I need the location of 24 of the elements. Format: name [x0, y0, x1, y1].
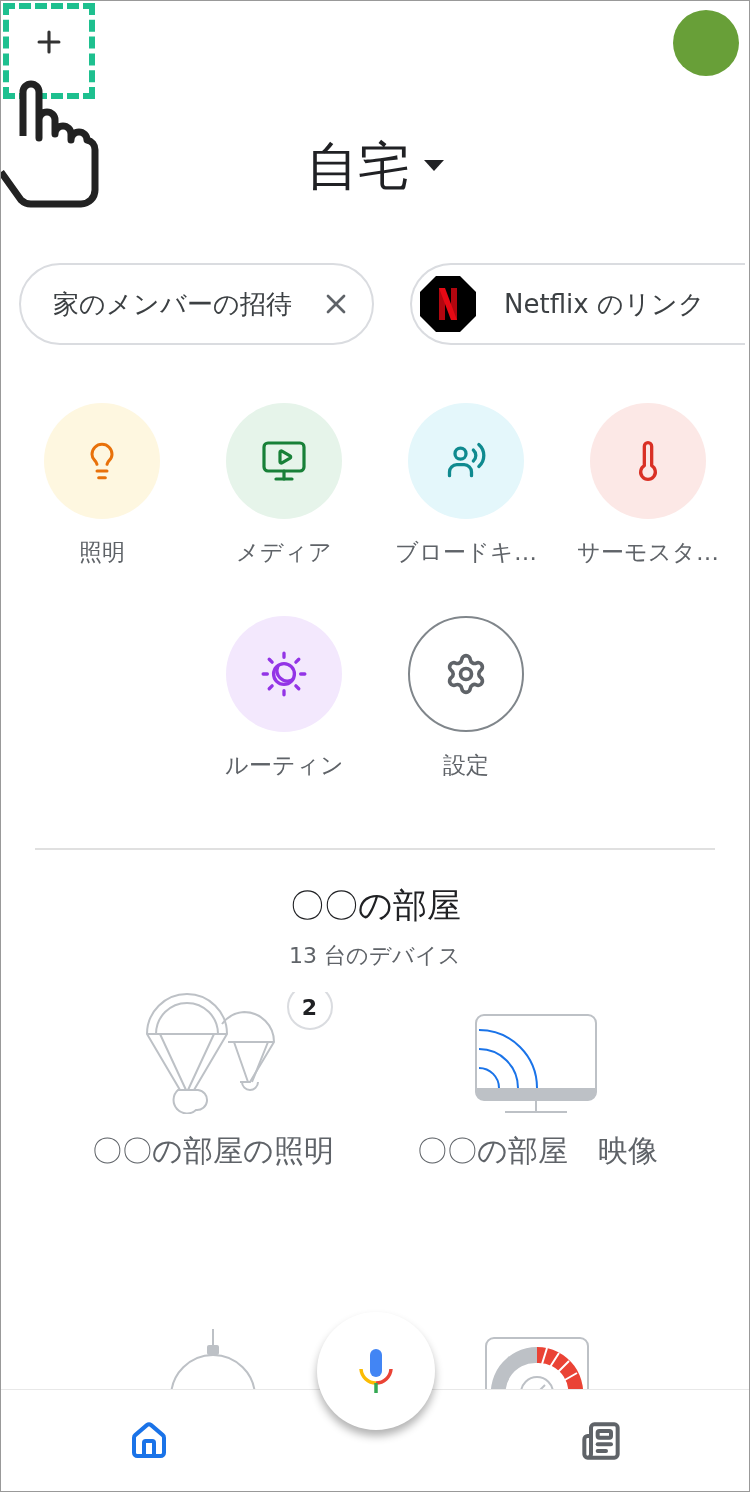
home-tab[interactable]	[129, 1420, 169, 1461]
action-label: 照明	[79, 538, 125, 567]
netflix-logo	[420, 276, 476, 332]
device-label[interactable]: 〇〇の部屋 映像	[416, 1128, 658, 1173]
action-label: ブロードキ…	[395, 538, 537, 567]
feed-icon	[581, 1420, 621, 1461]
device-label[interactable]: 〇〇の部屋の照明	[92, 1128, 334, 1173]
action-label: メディア	[236, 538, 332, 567]
device-count: 13 台のデバイス	[289, 942, 461, 970]
room-name: 〇〇の部屋	[289, 884, 461, 927]
link-chip[interactable]: Netflix のリンク	[410, 263, 745, 345]
caret-icon[interactable]	[424, 160, 444, 172]
action-label: ルーティン	[224, 750, 344, 780]
microphone-button[interactable]	[317, 1312, 435, 1430]
count-badge: 2	[286, 992, 333, 1030]
chip-label: Netflix のリンク	[504, 287, 705, 321]
microphone-icon	[359, 1349, 393, 1393]
chip-label: 家のメンバーの招待	[53, 287, 292, 321]
invite-chip[interactable]: 家のメンバーの招待	[19, 263, 374, 345]
feed-tab[interactable]	[581, 1420, 621, 1461]
home-icon	[129, 1420, 169, 1461]
home-name[interactable]: 自宅	[306, 127, 410, 205]
action-label: サーモスタ…	[577, 538, 719, 567]
action-label: 設定	[443, 750, 489, 780]
